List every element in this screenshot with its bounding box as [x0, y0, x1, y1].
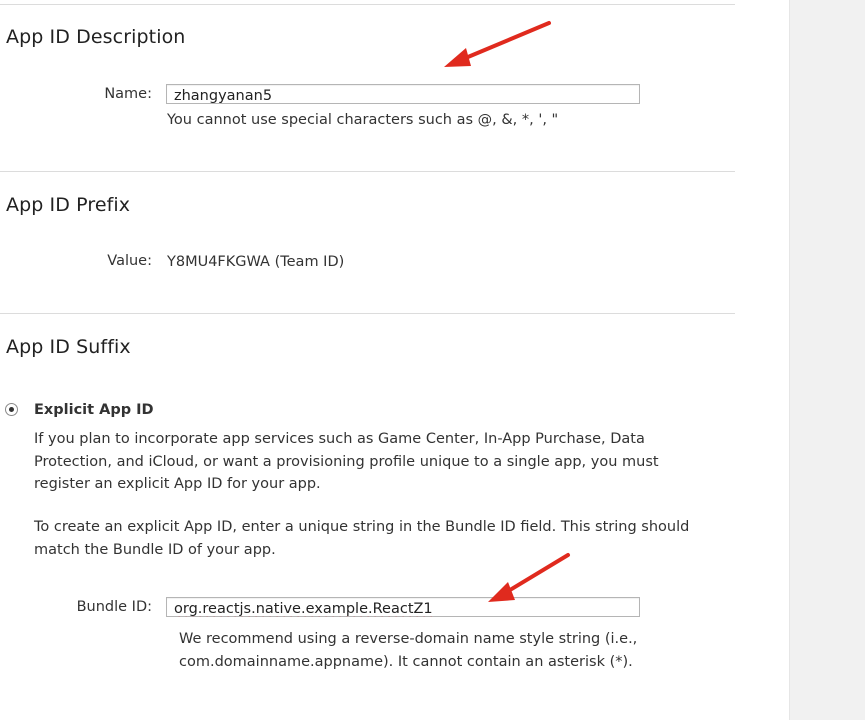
name-label: Name: — [104, 86, 152, 102]
name-input[interactable] — [167, 87, 639, 105]
divider — [0, 4, 735, 5]
bundle-id-hint: We recommend using a reverse-domain name… — [179, 631, 638, 670]
prefix-heading: App ID Prefix — [6, 194, 131, 216]
bundle-id-label: Bundle ID: — [76, 599, 152, 615]
description-heading: App ID Description — [6, 26, 186, 48]
annotation-arrow-icon — [444, 21, 551, 67]
annotation-arrow-icon — [488, 553, 570, 602]
radio-selected-dot — [9, 407, 14, 412]
value-label: Value: — [107, 253, 152, 269]
explicit-app-id-radio[interactable] — [5, 403, 18, 416]
team-id-value: Y8MU4FKGWA (Team ID) — [167, 254, 345, 270]
name-hint: You cannot use special characters such a… — [167, 112, 559, 128]
form-panel: App ID Description Name: You cannot use … — [0, 0, 735, 720]
divider — [0, 313, 735, 314]
name-field[interactable] — [166, 84, 640, 105]
right-sidebar — [789, 0, 865, 720]
explicit-app-id-description: If you plan to incorporate app services … — [34, 431, 659, 492]
bundle-id-instructions: To create an explicit App ID, enter a un… — [34, 519, 690, 558]
divider — [0, 171, 735, 172]
explicit-app-id-label[interactable]: Explicit App ID — [34, 399, 154, 422]
suffix-heading: App ID Suffix — [6, 336, 131, 358]
